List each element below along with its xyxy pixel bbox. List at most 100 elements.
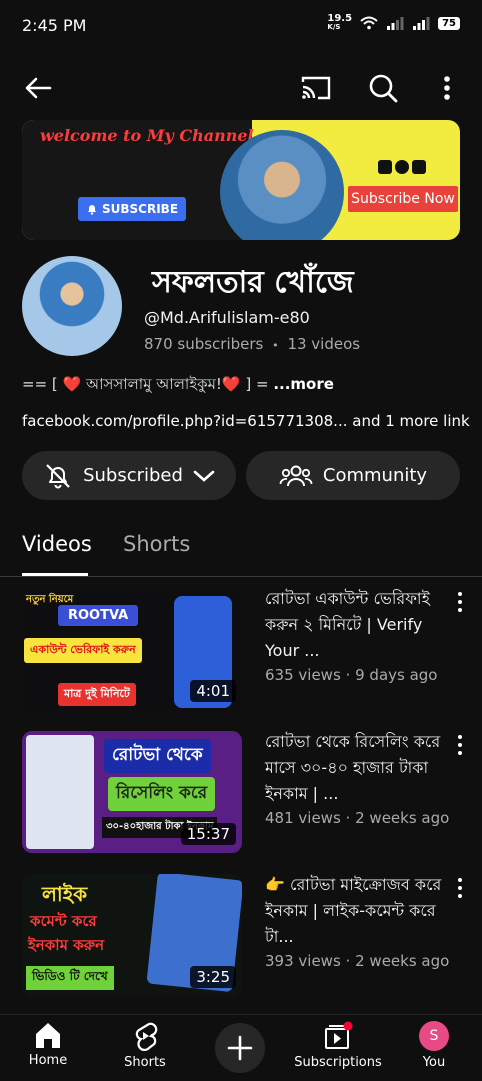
video-more-button[interactable] (454, 592, 466, 612)
back-arrow-icon (25, 77, 52, 99)
more-vert-icon (458, 878, 462, 882)
subscribed-label: Subscribed (83, 465, 183, 486)
home-icon (36, 1023, 60, 1048)
video-title[interactable]: রোটভা একাউন্ট ভেরিফাই করুন ২ মিনিটে | Ve… (265, 586, 445, 664)
banner-subscribe-now: Subscribe Now (348, 186, 458, 212)
video-meta-separator: · (345, 809, 351, 827)
channel-banner: welcome to My Channel SUBSCRIBE Subscrib… (22, 120, 460, 240)
nav-you[interactable]: S You (414, 1021, 454, 1070)
thumb-text: একাউন্ট ভেরিফাই করুন (24, 638, 142, 663)
more-options-button[interactable] (432, 70, 462, 106)
video-age: 2 weeks ago (355, 809, 450, 827)
subscribed-button[interactable]: Subscribed (22, 451, 236, 500)
create-button[interactable] (215, 1023, 265, 1073)
nav-shorts[interactable]: Shorts (122, 1021, 168, 1070)
channel-links[interactable]: facebook.com/profile.php?id=615771308...… (22, 412, 470, 430)
video-duration: 15:37 (180, 823, 236, 845)
instagram-icon (412, 160, 426, 174)
channel-avatar[interactable] (22, 256, 122, 356)
more-vert-icon (444, 76, 450, 100)
battery-indicator: 75 (438, 16, 460, 30)
nav-home[interactable]: Home (28, 1021, 68, 1068)
thumb-text: রোটভা থেকে (104, 739, 211, 773)
community-label: Community (322, 465, 428, 486)
banner-social-icons (378, 160, 426, 174)
tab-shorts[interactable]: Shorts (123, 532, 190, 556)
signal-icon-2 (413, 17, 430, 30)
video-meta-separator: · (345, 952, 351, 970)
channel-link[interactable]: facebook.com/profile.php?id=615771308... (22, 412, 347, 430)
chevron-down-icon (193, 470, 215, 482)
wifi-icon (360, 16, 378, 30)
thumb-text: ভিডিও টি দেখে (26, 966, 114, 990)
video-age: 2 weeks ago (355, 952, 450, 970)
description-text: == [ ❤️ আসসালামু আলাইকুম!❤️ ] = (22, 375, 274, 393)
search-button[interactable] (364, 70, 402, 106)
video-more-button[interactable] (454, 878, 466, 898)
video-item[interactable]: লাইক কমেন্ট করে ইনকাম করুন ভিডিও টি দেখে… (0, 874, 482, 998)
nav-you-label: You (422, 1055, 446, 1070)
thumb-text: লাইক (42, 882, 88, 906)
video-meta: 481 views · 2 weeks ago (265, 809, 449, 827)
video-meta: 393 views · 2 weeks ago (265, 952, 449, 970)
back-button[interactable] (20, 70, 56, 106)
channel-description[interactable]: == [ ❤️ আসসালামু আলাইকুম!❤️ ] = ...more (22, 373, 334, 398)
facebook-icon (395, 160, 409, 174)
plus-icon (227, 1035, 253, 1061)
subscriber-count: 870 subscribers (144, 335, 264, 353)
video-title[interactable]: রোটভা থেকে রিসেলিং করে মাসে ৩০-৪০ হাজার … (265, 729, 445, 807)
community-button[interactable]: Community (246, 451, 460, 500)
description-more[interactable]: ...more (273, 375, 334, 393)
thumb-phone (26, 735, 94, 849)
network-speed: 19.5 K/S (327, 13, 353, 32)
thumb-text: ইনকাম করুন (28, 936, 105, 954)
bell-icon (87, 205, 96, 215)
subscriptions-icon (325, 1021, 353, 1049)
video-title[interactable]: 👉 রোটভা মাইক্রোজব করে ইনকাম | লাইক-কমেন্… (265, 872, 445, 950)
cast-button[interactable] (296, 70, 336, 106)
video-thumbnail[interactable]: লাইক কমেন্ট করে ইনকাম করুন ভিডিও টি দেখে… (22, 874, 242, 996)
thumb-text: ROOTVA (58, 605, 139, 626)
video-item[interactable]: রোটভা থেকে রিসেলিং করে ৩০-৪০হাজার টাকা ই… (0, 731, 482, 855)
you-avatar: S (419, 1021, 449, 1051)
thumb-text: মাত্র দুই মিনিটে (58, 683, 136, 706)
video-more-button[interactable] (454, 735, 466, 755)
stats-separator: • (272, 339, 279, 352)
nav-subscriptions-label: Subscriptions (294, 1055, 382, 1070)
video-meta: 635 views · 9 days ago (265, 666, 438, 684)
thumb-text: রিসেলিং করে (108, 777, 216, 811)
channel-name: সফলতার খোঁজে (152, 265, 354, 300)
video-thumbnail[interactable]: রোটভা থেকে রিসেলিং করে ৩০-৪০হাজার টাকা ই… (22, 731, 242, 853)
video-age: 9 days ago (355, 666, 438, 684)
more-vert-icon (458, 592, 462, 596)
video-views: 635 views (265, 666, 341, 684)
tab-videos[interactable]: Videos (22, 532, 92, 556)
nav-subscriptions[interactable]: Subscriptions (292, 1021, 384, 1070)
banner-photo (220, 130, 344, 240)
video-count: 13 videos (287, 335, 361, 353)
channel-stats: 870 subscribers • 13 videos (144, 335, 360, 353)
bottom-navigation: Home Shorts Subscriptions S You (0, 1014, 482, 1081)
banner-subscribe-graphic: SUBSCRIBE (78, 197, 186, 221)
nav-shorts-label: Shorts (124, 1055, 166, 1070)
bell-off-icon (46, 463, 70, 488)
video-duration: 4:01 (190, 680, 236, 702)
video-duration: 3:25 (190, 966, 236, 988)
video-views: 481 views (265, 809, 341, 827)
shorts-icon (135, 1022, 158, 1051)
search-icon (369, 74, 398, 103)
youtube-icon (378, 160, 392, 174)
tab-divider (0, 576, 482, 577)
status-time: 2:45 PM (22, 16, 87, 35)
community-icon (279, 465, 313, 486)
banner-title: welcome to My Channel (40, 126, 254, 145)
more-links[interactable]: and 1 more link (347, 412, 469, 430)
nav-home-label: Home (28, 1053, 68, 1068)
channel-handle: @Md.Arifulislam-e80 (144, 308, 310, 327)
cast-icon (301, 76, 331, 100)
video-item[interactable]: নতুন নিয়মে ROOTVA একাউন্ট ভেরিফাই করুন … (0, 588, 482, 712)
status-bar: 2:45 PM 19.5 K/S 75 (0, 0, 482, 52)
video-views: 393 views (265, 952, 341, 970)
video-thumbnail[interactable]: নতুন নিয়মে ROOTVA একাউন্ট ভেরিফাই করুন … (22, 588, 242, 710)
signal-icon (387, 17, 404, 30)
